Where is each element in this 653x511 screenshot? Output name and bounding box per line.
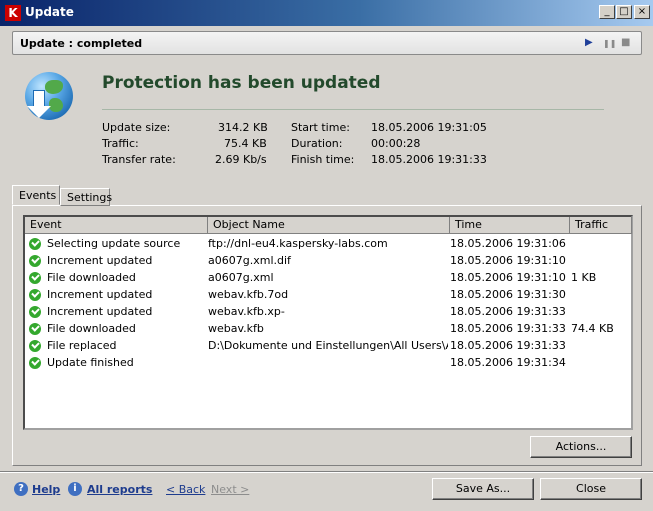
update-globe-icon (25, 72, 73, 120)
close-button[interactable]: Close (540, 478, 642, 500)
play-icon[interactable]: ▶ (585, 37, 593, 48)
help-link[interactable]: Help (32, 483, 60, 496)
table-row[interactable]: File replaced D:\Dokumente und Einstellu… (25, 337, 631, 354)
object-cell: a0607g.xml (208, 271, 274, 284)
finish-time-label: Finish time: (291, 153, 355, 166)
headline-divider (102, 109, 604, 110)
event-cell: File downloaded (47, 271, 136, 284)
all-reports-link[interactable]: All reports (87, 483, 152, 496)
success-check-icon (29, 272, 41, 284)
info-icon[interactable]: i (68, 482, 82, 496)
stop-icon[interactable]: ■ (621, 37, 630, 48)
time-cell: 18.05.2006 19:31:34 (450, 356, 566, 369)
update-size-label: Update size: (102, 121, 171, 134)
traffic-cell: 1 KB (571, 271, 597, 284)
status-panel: Update : completed ▶ ❚❚ ■ (12, 31, 642, 55)
time-cell: 18.05.2006 19:31:33 (450, 322, 566, 335)
table-row[interactable]: File downloaded a0607g.xml 18.05.2006 19… (25, 269, 631, 286)
time-cell: 18.05.2006 19:31:10 (450, 271, 566, 284)
event-cell: File replaced (47, 339, 117, 352)
object-cell: ftp://dnl-eu4.kaspersky-labs.com (208, 237, 388, 250)
table-row[interactable]: Increment updated a0607g.xml.dif 18.05.2… (25, 252, 631, 269)
object-cell: webav.kfb (208, 322, 264, 335)
traffic-value: 75.4 KB (224, 137, 267, 150)
object-cell: webav.kfb.7od (208, 288, 289, 301)
time-cell: 18.05.2006 19:31:06 (450, 237, 566, 250)
event-cell: Increment updated (47, 305, 153, 318)
success-check-icon (29, 255, 41, 267)
table-row[interactable]: File downloaded webav.kfb 18.05.2006 19:… (25, 320, 631, 337)
traffic-label: Traffic: (102, 137, 139, 150)
event-cell: Update finished (47, 356, 134, 369)
start-time-label: Start time: (291, 121, 350, 134)
success-check-icon (29, 306, 41, 318)
tab-settings[interactable]: Settings (60, 188, 112, 206)
start-time-value: 18.05.2006 19:31:05 (371, 121, 487, 134)
minimize-button[interactable]: _ (599, 5, 615, 19)
event-cell: Selecting update source (47, 237, 181, 250)
success-check-icon (29, 340, 41, 352)
success-check-icon (29, 238, 41, 250)
table-row[interactable]: Increment updated webav.kfb.xp- 18.05.20… (25, 303, 631, 320)
traffic-cell: 74.4 KB (571, 322, 614, 335)
table-row[interactable]: Selecting update source ftp://dnl-eu4.ka… (25, 235, 631, 252)
time-cell: 18.05.2006 19:31:30 (450, 288, 566, 301)
object-cell: webav.kfb.xp- (208, 305, 285, 318)
column-header-traffic[interactable]: Traffic (570, 217, 632, 234)
finish-time-value: 18.05.2006 19:31:33 (371, 153, 487, 166)
success-check-icon (29, 357, 41, 369)
time-cell: 18.05.2006 19:31:33 (450, 339, 566, 352)
object-cell: a0607g.xml.dif (208, 254, 291, 267)
event-cell: File downloaded (47, 322, 136, 335)
transfer-rate-label: Transfer rate: (102, 153, 176, 166)
footer-divider (0, 471, 653, 473)
back-link[interactable]: < Back (166, 483, 205, 496)
object-cell: D:\Dokumente und Einstellungen\All Users… (208, 339, 448, 352)
status-title: Update : completed (20, 37, 143, 50)
table-row[interactable]: Update finished 18.05.2006 19:31:34 (25, 354, 631, 371)
duration-value: 00:00:28 (371, 137, 421, 150)
duration-label: Duration: (291, 137, 343, 150)
success-check-icon (29, 323, 41, 335)
title-bar: K Update _ □ × (0, 0, 653, 26)
event-cell: Increment updated (47, 254, 153, 267)
save-as-button[interactable]: Save As... (432, 478, 534, 500)
event-cell: Increment updated (47, 288, 153, 301)
time-cell: 18.05.2006 19:31:33 (450, 305, 566, 318)
time-cell: 18.05.2006 19:31:10 (450, 254, 566, 267)
events-list[interactable]: Event Object Name Time Traffic Selecting… (23, 215, 633, 430)
tab-events[interactable]: Events (12, 185, 60, 205)
headline: Protection has been updated (102, 73, 381, 93)
window-title: Update (25, 5, 74, 19)
transfer-rate-value: 2.69 Kb/s (215, 153, 267, 166)
column-header-object-name[interactable]: Object Name (208, 217, 450, 234)
table-row[interactable]: Increment updated webav.kfb.7od 18.05.20… (25, 286, 631, 303)
kaspersky-app-icon: K (5, 5, 21, 21)
pause-icon[interactable]: ❚❚ (603, 39, 616, 48)
actions-button[interactable]: Actions... (530, 436, 632, 458)
help-icon[interactable]: ? (14, 482, 28, 496)
maximize-button[interactable]: □ (616, 5, 632, 19)
column-header-event[interactable]: Event (25, 217, 208, 234)
column-header-time[interactable]: Time (450, 217, 570, 234)
close-window-button[interactable]: × (634, 5, 650, 19)
success-check-icon (29, 289, 41, 301)
next-link[interactable]: Next > (211, 483, 249, 496)
update-size-value: 314.2 KB (218, 121, 268, 134)
